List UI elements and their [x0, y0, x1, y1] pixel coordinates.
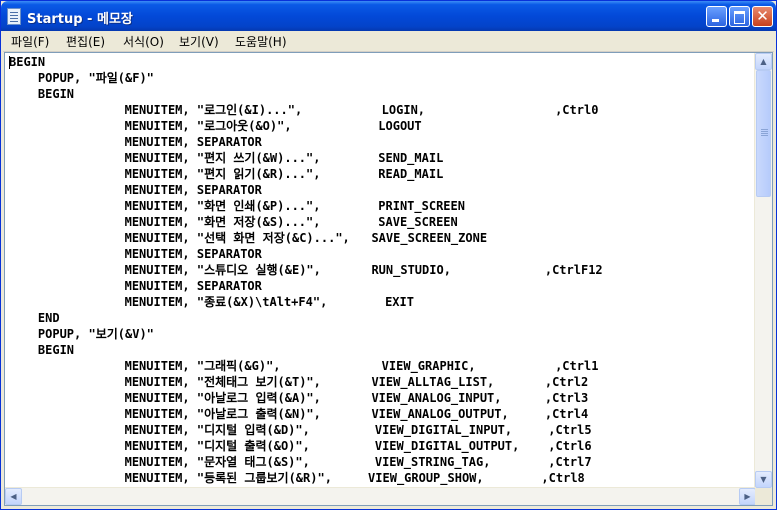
- text-line: MENUITEM, SEPARATOR: [9, 247, 262, 261]
- text-line: BEGIN: [9, 55, 46, 69]
- scroll-right-button[interactable]: ▶: [739, 488, 756, 505]
- vertical-scroll-thumb[interactable]: [756, 70, 771, 197]
- text-line: MENUITEM, SEPARATOR: [9, 279, 262, 293]
- text-content[interactable]: BEGIN POPUP, "파일(&F)" BEGIN MENUITEM, "로…: [5, 53, 756, 487]
- scroll-left-button[interactable]: ◀: [5, 488, 22, 505]
- text-line: MENUITEM, "선택 화면 저장(&C)...", SAVE_SCREEN…: [9, 231, 488, 245]
- window-title: Startup - 메모장: [27, 12, 133, 27]
- text-line: MENUITEM, "전체태그 보기(&T)", VIEW_ALLTAG_LIS…: [9, 375, 589, 389]
- text-line: POPUP, "보기(&V)": [9, 327, 154, 341]
- text-line: MENUITEM, "그래픽(&G)", VIEW_GRAPHIC, ,Ctrl…: [9, 359, 599, 373]
- text-line: MENUITEM, "편지 쓰기(&W)...", SEND_MAIL: [9, 151, 444, 165]
- horizontal-scrollbar[interactable]: ◀ ▶: [5, 487, 756, 505]
- close-button[interactable]: ✕: [752, 6, 773, 27]
- menu-bar: 파일(F) 편집(E) 서식(O) 보기(V) 도움말(H): [3, 31, 774, 52]
- maximize-button[interactable]: [729, 6, 750, 27]
- text-line: MENUITEM, "디지털 입력(&D)", VIEW_DIGITAL_INP…: [9, 423, 592, 437]
- editor-area[interactable]: BEGIN POPUP, "파일(&F)" BEGIN MENUITEM, "로…: [4, 52, 773, 506]
- grip-icon: [761, 129, 768, 130]
- text-line: BEGIN: [9, 87, 75, 101]
- menu-view[interactable]: 보기(V): [179, 33, 219, 50]
- scroll-up-button[interactable]: ▲: [755, 53, 772, 70]
- menu-format[interactable]: 서식(O): [123, 33, 164, 50]
- text-line: MENUITEM, "화면 저장(&S)...", SAVE_SCREEN: [9, 215, 458, 229]
- text-line: MENUITEM, SEPARATOR: [9, 183, 262, 197]
- menu-help[interactable]: 도움말(H): [235, 33, 287, 50]
- text-line: MENUITEM, "화면 인쇄(&P)...", PRINT_SCREEN: [9, 199, 465, 213]
- close-icon: ✕: [756, 7, 769, 25]
- text-line: MENUITEM, "아날로그 출력(&N)", VIEW_ANALOG_OUT…: [9, 407, 589, 421]
- text-line: MENUITEM, "로그아웃(&O)", LOGOUT: [9, 119, 422, 133]
- scroll-down-button[interactable]: ▼: [755, 471, 772, 488]
- scrollbar-corner: [755, 488, 772, 505]
- notepad-window: Startup - 메모장 ✕ 파일(F) 편집(E) 서식(O) 보기(V) …: [0, 0, 777, 510]
- text-line: MENUITEM, "등록된 그룹보기(&R)", VIEW_GROUP_SHO…: [9, 471, 585, 485]
- maximize-icon: [734, 11, 745, 24]
- text-line: MENUITEM, "종료(&X)\tAlt+F4", EXIT: [9, 295, 414, 309]
- text-line: END: [9, 311, 60, 325]
- text-line: MENUITEM, "편지 읽기(&R)...", READ_MAIL: [9, 167, 444, 181]
- text-line: MENUITEM, SEPARATOR: [9, 135, 262, 149]
- text-line: POPUP, "파일(&F)": [9, 71, 154, 85]
- minimize-icon: [712, 19, 719, 22]
- text-line: BEGIN: [9, 343, 75, 357]
- menu-file[interactable]: 파일(F): [11, 33, 49, 50]
- text-line: MENUITEM, "로그인(&I)...", LOGIN, ,Ctrl0: [9, 103, 599, 117]
- minimize-button[interactable]: [706, 6, 727, 27]
- notepad-icon[interactable]: [7, 8, 21, 25]
- text-line: MENUITEM, "스튜디오 실행(&E)", RUN_STUDIO, ,Ct…: [9, 263, 603, 277]
- text-line: MENUITEM, "문자열 태그(&S)", VIEW_STRING_TAG,…: [9, 455, 592, 469]
- title-bar[interactable]: Startup - 메모장 ✕: [1, 1, 776, 31]
- vertical-scrollbar[interactable]: ▲ ▼: [754, 53, 772, 488]
- text-line: MENUITEM, "아날로그 입력(&A)", VIEW_ANALOG_INP…: [9, 391, 589, 405]
- menu-edit[interactable]: 편집(E): [66, 33, 105, 50]
- text-line: MENUITEM, "디지털 출력(&O)", VIEW_DIGITAL_OUT…: [9, 439, 592, 453]
